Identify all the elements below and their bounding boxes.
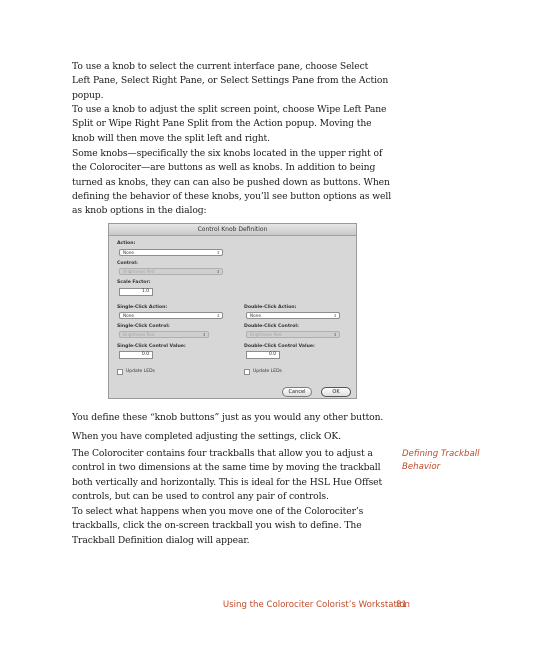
paragraph-split-screen: To use a knob to adjust the split screen… <box>72 103 390 146</box>
text-line: defining the behavior of these knobs, yo… <box>72 190 392 202</box>
action-popup[interactable]: None ⇕ <box>119 249 223 256</box>
popup-arrows-icon: ⇕ <box>333 313 337 318</box>
action-label: Action: <box>117 241 136 246</box>
popup-arrows-icon: ⇕ <box>333 332 337 337</box>
text-line: To select what happens when you move one… <box>72 506 364 517</box>
text-line: knob will then move the split left and r… <box>72 132 270 144</box>
text-line: the Colorociter—are buttons as well as k… <box>72 162 376 174</box>
single-click-value-label: Single-Click Control Value: <box>117 344 186 349</box>
cancel-button[interactable]: Cancel <box>282 387 312 397</box>
popup-arrows-icon: ⇕ <box>216 250 220 255</box>
paragraph-select-pane: To use a knob to select the current inte… <box>72 60 390 103</box>
text-line: popup. <box>72 89 104 101</box>
double-click-control-popup[interactable]: Brightness Red ⇕ <box>246 331 340 338</box>
control-value: Brightness Red <box>123 269 155 274</box>
side-heading-line: Defining Trackball <box>402 449 480 459</box>
text-line: both vertically and horizontally. This i… <box>72 476 383 488</box>
popup-arrows-icon: ⇕ <box>216 269 220 274</box>
single-click-control-value: Brightness Red <box>123 332 155 337</box>
single-click-action-value: None <box>123 313 134 318</box>
text-line: You define these “knob buttons” just as … <box>72 412 384 423</box>
text-line: Trackball Definition dialog will appear. <box>72 534 250 546</box>
scale-factor-field[interactable]: 1.0 <box>119 288 153 296</box>
text-line: as knob options in the dialog: <box>72 205 207 217</box>
single-click-control-popup[interactable]: Brightness Red ⇕ <box>119 331 209 338</box>
double-click-control-label: Double-Click Control: <box>244 324 299 329</box>
text-line: Left Pane, Select Right Pane, or Select … <box>72 75 389 87</box>
control-label: Control: <box>117 261 138 266</box>
ok-button[interactable]: OK <box>321 387 351 397</box>
running-footer: Using the Colorociter Colorist’s Worksta… <box>222 600 410 610</box>
action-value: None <box>123 250 134 255</box>
single-click-action-label: Single-Click Action: <box>117 305 168 310</box>
text-line: To use a knob to select the current inte… <box>72 61 369 72</box>
popup-arrows-icon: ⇕ <box>216 313 220 318</box>
text-line: To use a knob to adjust the split screen… <box>72 104 387 115</box>
text-line: trackballs, click the on-screen trackbal… <box>72 520 362 532</box>
single-click-value-field[interactable]: 0.0 <box>119 351 153 359</box>
control-knob-dialog: Control Knob Definition Action: None ⇕ C… <box>108 223 357 399</box>
text-line: Some knobs—specifically the six knobs lo… <box>72 148 383 159</box>
text-line: Split or Wipe Right Pane Split from the … <box>72 118 372 130</box>
paragraph-select-trackball: To select what happens when you move one… <box>72 505 390 548</box>
page-number: 81 <box>396 600 407 610</box>
double-click-action-label: Double-Click Action: <box>244 305 297 310</box>
double-click-value-field[interactable]: 0.0 <box>246 351 280 359</box>
text-line: turned as knobs, they can can also be pu… <box>72 176 390 188</box>
paragraph-knob-buttons-define: You define these “knob buttons” just as … <box>72 411 390 425</box>
update-leds-label-double: Update LEDs <box>253 369 282 374</box>
double-click-control-value: Brightness Red <box>250 332 282 337</box>
paragraph-click-ok: When you have completed adjusting the se… <box>72 430 390 444</box>
control-popup[interactable]: Brightness Red ⇕ <box>119 268 223 275</box>
update-leds-label-single: Update LEDs <box>126 369 155 374</box>
text-line: When you have completed adjusting the se… <box>72 431 341 442</box>
update-leds-checkbox-double[interactable] <box>244 369 250 375</box>
double-click-action-popup[interactable]: None ⇕ <box>246 312 340 319</box>
side-heading-line: Behavior <box>402 461 441 472</box>
update-leds-checkbox-single[interactable] <box>117 369 123 375</box>
dialog-title: Control Knob Definition <box>109 224 356 236</box>
text-line: controls, but can be used to control any… <box>72 490 329 502</box>
text-line: control in two dimensions at the same ti… <box>72 462 381 474</box>
paragraph-knob-buttons: Some knobs—specifically the six knobs lo… <box>72 147 392 218</box>
single-click-control-label: Single-Click Control: <box>117 324 170 329</box>
paragraph-trackballs: The Colorociter contains four trackballs… <box>72 447 390 504</box>
double-click-value-label: Double-Click Control Value: <box>244 344 315 349</box>
popup-arrows-icon: ⇕ <box>202 332 206 337</box>
scale-factor-label: Scale Factor: <box>117 280 151 285</box>
text-line: The Colorociter contains four trackballs… <box>72 448 373 459</box>
double-click-action-value: None <box>250 313 261 318</box>
single-click-action-popup[interactable]: None ⇕ <box>119 312 223 319</box>
side-heading: Defining Trackball Behavior <box>402 448 512 473</box>
